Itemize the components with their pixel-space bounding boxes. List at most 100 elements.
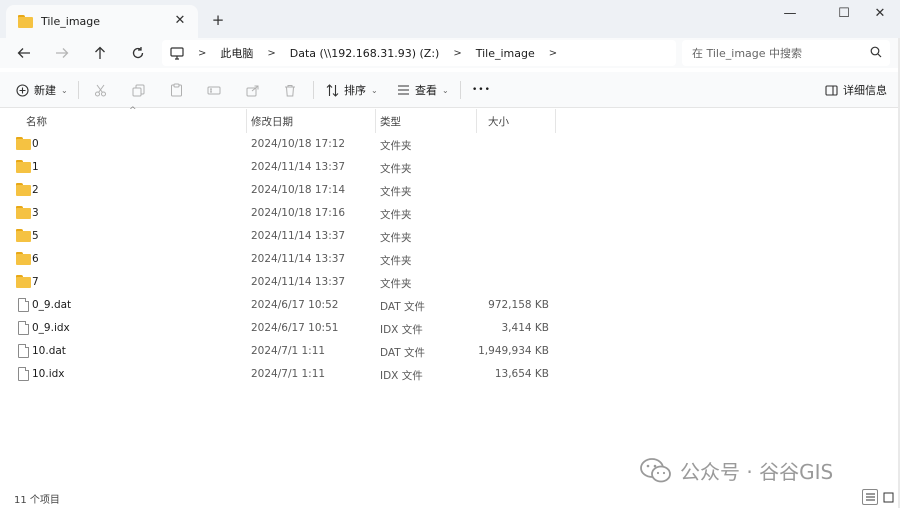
file-name: 6 xyxy=(32,253,39,265)
file-size: 13,654 KB xyxy=(494,368,549,380)
refresh-button[interactable] xyxy=(126,42,150,64)
monitor-icon xyxy=(170,46,184,60)
column-header-type[interactable]: 类型 xyxy=(380,114,401,129)
details-label: 详细信息 xyxy=(843,84,887,97)
forward-button[interactable] xyxy=(50,42,74,64)
file-name: 0_9.idx xyxy=(32,322,70,334)
new-tab-button[interactable]: + xyxy=(208,10,228,30)
file-row[interactable]: 5 2024/11/14 13:37 文件夹 xyxy=(0,225,860,248)
tab-tile-image[interactable]: Tile_image ✕ xyxy=(6,5,198,38)
file-list: 0 2024/10/18 17:12 文件夹 1 2024/11/14 13:37 文件夹… xyxy=(0,133,860,386)
file-name: 0_9.dat xyxy=(32,299,72,311)
wechat-icon xyxy=(640,457,671,482)
back-button[interactable] xyxy=(12,42,36,64)
delete-button[interactable] xyxy=(279,79,301,101)
file-row[interactable]: 1 2024/11/14 13:37 文件夹 xyxy=(0,156,860,179)
file-type: 文件夹 xyxy=(380,232,412,244)
chevron-right-icon: > xyxy=(267,47,276,59)
close-tab-icon[interactable]: ✕ xyxy=(172,12,188,28)
folder-icon xyxy=(16,183,32,197)
clipboard-icon xyxy=(170,83,182,97)
folder-icon xyxy=(16,137,32,151)
up-button[interactable] xyxy=(88,42,112,64)
details-pane-button[interactable]: 详细信息 xyxy=(825,79,887,101)
minimize-button[interactable]: — xyxy=(768,0,812,26)
file-row[interactable]: 10.dat 2024/7/1 1:11 DAT 文件 1,949,934 KB xyxy=(0,340,860,363)
column-divider[interactable] xyxy=(555,109,556,133)
file-row[interactable]: 0_9.idx 2024/6/17 10:51 IDX 文件 3,414 KB xyxy=(0,317,860,340)
divider xyxy=(313,81,314,99)
file-date: 2024/7/1 1:11 xyxy=(251,345,326,357)
new-button[interactable]: 新建 ⌄ xyxy=(16,79,68,101)
address-bar[interactable]: > 此电脑 > Data (\\192.168.31.93) (Z:) > Ti… xyxy=(162,40,676,66)
column-divider[interactable] xyxy=(476,109,477,133)
file-row[interactable]: 7 2024/11/14 13:37 文件夹 xyxy=(0,271,860,294)
folder-icon xyxy=(18,15,33,28)
file-name: 10.idx xyxy=(32,368,65,380)
title-bar: Tile_image ✕ + — ☐ ✕ xyxy=(0,0,900,38)
command-bar: 新建 ⌄ 排序 ⌄ 查看 ⌄ ••• 详细信息 xyxy=(0,72,900,108)
chevron-right-icon: > xyxy=(198,47,207,59)
column-header-date[interactable]: 修改日期 xyxy=(251,114,293,129)
file-icon xyxy=(16,321,32,335)
column-header-size[interactable]: 大小 xyxy=(488,114,509,129)
tiles-view-button[interactable] xyxy=(880,489,896,505)
folder-icon xyxy=(16,206,32,220)
view-button[interactable]: 查看 ⌄ xyxy=(397,79,449,101)
file-type: IDX 文件 xyxy=(380,370,423,382)
breadcrumb-this-pc[interactable]: 此电脑 xyxy=(220,45,253,61)
divider xyxy=(78,81,79,99)
file-date: 2024/10/18 17:12 xyxy=(251,138,346,150)
file-name: 1 xyxy=(32,161,39,173)
paste-button[interactable] xyxy=(165,79,187,101)
sort-label: 排序 xyxy=(344,84,366,97)
search-input[interactable]: 在 Tile_image 中搜索 xyxy=(682,40,890,66)
column-divider[interactable] xyxy=(246,109,247,133)
file-type: 文件夹 xyxy=(380,278,412,290)
file-date: 2024/7/1 1:11 xyxy=(251,368,326,380)
item-count: 11 个项目 xyxy=(14,495,60,506)
file-type: DAT 文件 xyxy=(380,301,426,313)
more-options-button[interactable]: ••• xyxy=(472,79,491,101)
file-type: 文件夹 xyxy=(380,209,412,221)
column-header-name[interactable]: 名称 xyxy=(26,114,47,129)
file-row[interactable]: 10.idx 2024/7/1 1:11 IDX 文件 13,654 KB xyxy=(0,363,860,386)
plus-circle-icon xyxy=(16,83,29,97)
breadcrumb-tile-image[interactable]: Tile_image xyxy=(476,47,535,60)
file-type: DAT 文件 xyxy=(380,347,426,359)
file-name: 3 xyxy=(32,207,39,219)
file-row[interactable]: 6 2024/11/14 13:37 文件夹 xyxy=(0,248,860,271)
file-size: 972,158 KB xyxy=(488,299,549,311)
copy-button[interactable] xyxy=(127,79,149,101)
rename-button[interactable] xyxy=(203,79,225,101)
column-divider[interactable] xyxy=(375,109,376,133)
file-row[interactable]: 0 2024/10/18 17:12 文件夹 xyxy=(0,133,860,156)
breadcrumb-network-drive[interactable]: Data (\\192.168.31.93) (Z:) xyxy=(290,47,440,60)
file-date: 2024/11/14 13:37 xyxy=(251,230,346,242)
details-view-button[interactable] xyxy=(862,489,878,505)
sort-icon xyxy=(326,83,339,97)
cut-button[interactable] xyxy=(89,79,111,101)
file-row[interactable]: 3 2024/10/18 17:16 文件夹 xyxy=(0,202,860,225)
file-type: 文件夹 xyxy=(380,140,412,152)
sort-button[interactable]: 排序 ⌄ xyxy=(326,79,378,101)
file-name: 7 xyxy=(32,276,39,288)
chevron-down-icon: ⌄ xyxy=(61,85,68,95)
file-date: 2024/10/18 17:16 xyxy=(251,207,346,219)
file-name: 2 xyxy=(32,184,39,196)
watermark-text: 公众号 · 谷谷GIS xyxy=(680,460,834,484)
file-row[interactable]: 0_9.dat 2024/6/17 10:52 DAT 文件 972,158 KB xyxy=(0,294,860,317)
file-date: 2024/11/14 13:37 xyxy=(251,253,346,265)
tab-title: Tile_image xyxy=(41,15,101,28)
file-row[interactable]: 2 2024/10/18 17:14 文件夹 xyxy=(0,179,860,202)
file-icon xyxy=(16,298,32,312)
file-type: 文件夹 xyxy=(380,255,412,267)
new-label: 新建 xyxy=(34,84,56,97)
close-window-button[interactable]: ✕ xyxy=(858,0,900,26)
file-date: 2024/11/14 13:37 xyxy=(251,161,346,173)
file-type: 文件夹 xyxy=(380,186,412,198)
status-bar: 11 个项目 xyxy=(0,486,900,508)
view-label: 查看 xyxy=(415,84,437,97)
share-button[interactable] xyxy=(241,79,263,101)
arrow-left-icon xyxy=(17,48,30,58)
